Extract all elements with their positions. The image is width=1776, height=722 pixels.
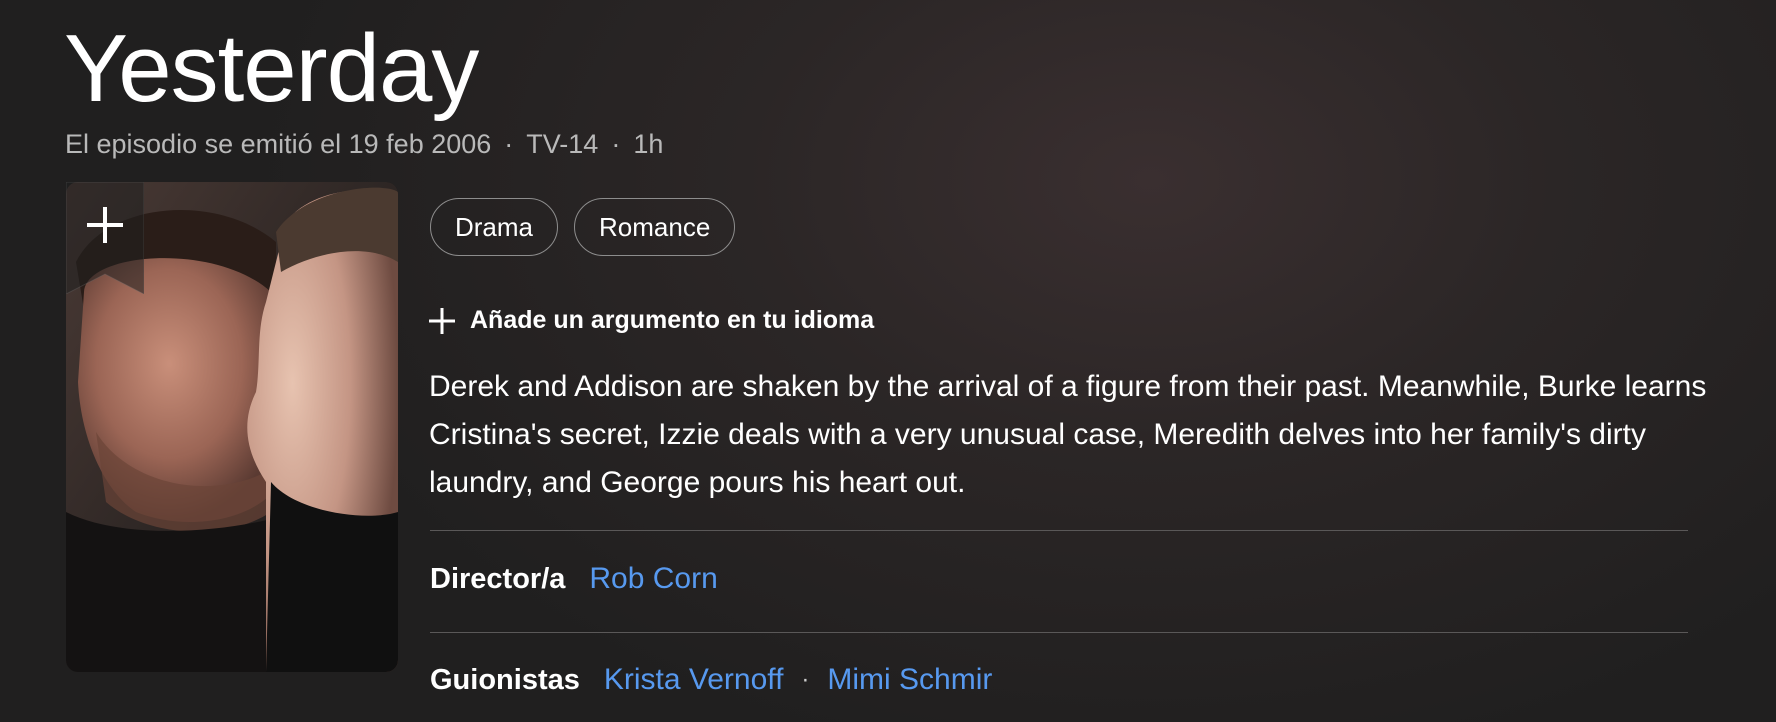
runtime: 1h [633, 129, 664, 159]
meta-separator: · [611, 129, 621, 159]
writer-link[interactable]: Mimi Schmir [827, 663, 992, 697]
director-credit: Director/a Rob Corn [430, 562, 718, 596]
divider [430, 530, 1688, 531]
plot-summary: Derek and Addison are shaken by the arri… [429, 370, 1707, 499]
director-label[interactable]: Director/a [430, 563, 565, 596]
content-rating[interactable]: TV-14 [526, 129, 598, 159]
genre-chips: Drama Romance [430, 198, 736, 256]
watchlist-add-button[interactable] [66, 182, 144, 294]
writers-label[interactable]: Guionistas [430, 664, 580, 697]
air-date: El episodio se emitió el 19 feb 2006 [65, 129, 492, 159]
episode-meta: El episodio se emitió el 19 feb 2006 · TV-… [65, 126, 663, 162]
plus-ribbon-icon [66, 182, 144, 294]
writer-link[interactable]: Krista Vernoff [604, 663, 784, 697]
genre-chip-romance[interactable]: Romance [574, 198, 736, 256]
meta-separator: · [504, 129, 514, 159]
divider [430, 632, 1688, 633]
genre-chip-drama[interactable]: Drama [430, 198, 559, 256]
add-plot-button[interactable]: Añade un argumento en tu idioma [428, 306, 874, 335]
writers-credit: Guionistas Krista Vernoff · Mimi Schmir [430, 663, 992, 697]
credit-separator: · [801, 666, 810, 693]
episode-title: Yesterday [64, 15, 479, 122]
add-plot-label: Añade un argumento en tu idioma [470, 306, 875, 334]
director-link[interactable]: Rob Corn [589, 562, 717, 596]
plus-icon [429, 307, 455, 334]
